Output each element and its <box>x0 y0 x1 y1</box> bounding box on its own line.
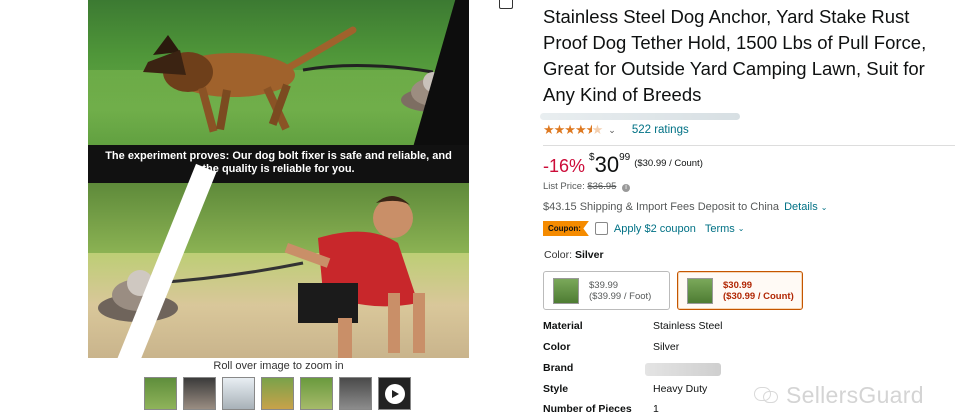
shipping-details-link[interactable]: Details <box>784 201 818 213</box>
product-main-image[interactable]: The experiment proves: Our dog bolt fixe… <box>88 0 469 358</box>
spec-key: Style <box>543 383 569 395</box>
zoom-hint: Roll over image to zoom in <box>213 360 344 372</box>
coupon-terms-link[interactable]: Terms <box>705 223 735 235</box>
title-line-2: Proof Dog Tether Hold, 1500 Lbs of Pull … <box>543 32 927 53</box>
list-price-label: List Price: <box>543 181 585 192</box>
chevron-down-icon[interactable]: ⌄ <box>821 203 828 212</box>
divider <box>543 145 955 146</box>
star-rating-icon[interactable]: ★★★★★★ <box>543 122 603 138</box>
price-per-unit: ($30.99 / Count) <box>634 158 703 169</box>
thumbnail-5[interactable] <box>300 377 333 410</box>
variation-price: $30.99 <box>723 279 753 291</box>
info-icon[interactable]: i <box>622 184 631 192</box>
list-price: List Price: $36.95 i <box>543 181 631 192</box>
price-fraction: 99 <box>619 152 631 163</box>
thumbnail-6[interactable] <box>339 377 372 410</box>
rating-row: ★★★★★★ ⌄ 522 ratings <box>543 122 689 138</box>
chevron-down-icon[interactable]: ⌄ <box>608 125 616 136</box>
apply-coupon-label[interactable]: Apply $2 coupon <box>614 223 696 235</box>
variation-price: $39.99 <box>589 279 619 291</box>
thumbnail-3[interactable] <box>222 377 255 410</box>
title-line-1: Stainless Steel Dog Anchor, Yard Stake R… <box>543 6 910 27</box>
variation-unit-price: ($39.99 / Foot) <box>589 290 652 302</box>
list-price-value: $36.95 <box>587 181 617 192</box>
title-line-4: Any Kind of Breeds <box>543 84 702 105</box>
blurred-brand-value <box>645 363 721 376</box>
price-whole: 30 <box>594 152 620 177</box>
play-icon <box>384 383 405 404</box>
shipping-text: $43.15 Shipping & Import Fees Deposit to… <box>543 201 780 213</box>
variation-option-selected[interactable]: $30.99 ($30.99 / Count) <box>677 271 803 310</box>
coupon-row: Coupon: Apply $2 coupon Terms ⌄ <box>543 220 744 237</box>
spec-value: Silver <box>653 341 680 353</box>
color-value: Silver <box>574 249 604 261</box>
variation-option[interactable]: $39.99 ($39.99 / Foot) <box>543 271 670 310</box>
shipping-info: $43.15 Shipping & Import Fees Deposit to… <box>543 201 827 213</box>
spec-key: Number of Pieces <box>543 403 632 415</box>
image-caption: The experiment proves: Our dog bolt fixe… <box>105 150 452 175</box>
variation-unit-price: ($30.99 / Count) <box>723 290 794 302</box>
watermark: SellersGuard <box>754 380 924 410</box>
price-row: -16% $3099($30.99 / Count) <box>543 152 703 182</box>
thumbnail-4[interactable] <box>261 377 294 410</box>
share-icon[interactable] <box>499 0 513 9</box>
spec-key: Brand <box>543 362 574 374</box>
ratings-count-link[interactable]: 522 ratings <box>632 124 689 136</box>
watermark-text: SellersGuard <box>786 381 924 408</box>
thumbnail-strip <box>144 377 411 411</box>
thumbnail-2[interactable] <box>183 377 216 410</box>
discount-percent: -16% <box>543 156 586 176</box>
thumbnail-video[interactable] <box>378 377 411 410</box>
coupon-checkbox[interactable] <box>594 222 608 235</box>
dog-illustration <box>143 26 465 133</box>
coupon-badge: Coupon: <box>543 221 589 236</box>
chat-bubbles-icon <box>754 385 780 405</box>
title-line-3: Great for Outside Yard Camping Lawn, Sui… <box>543 58 925 79</box>
color-label: Color: <box>544 249 573 261</box>
color-selection-label: Color: Silver <box>544 249 604 261</box>
thumbnail-1[interactable] <box>144 377 177 410</box>
spec-key: Material <box>543 320 583 332</box>
variation-thumbnail <box>553 277 579 304</box>
product-title: Stainless Steel Dog Anchor, Yard Stake R… <box>543 2 963 108</box>
blurred-store-link <box>540 113 740 120</box>
chevron-down-icon[interactable]: ⌄ <box>738 224 745 233</box>
variation-thumbnail <box>687 277 713 304</box>
spec-key: Color <box>543 341 571 353</box>
spec-value: Stainless Steel <box>653 320 723 332</box>
